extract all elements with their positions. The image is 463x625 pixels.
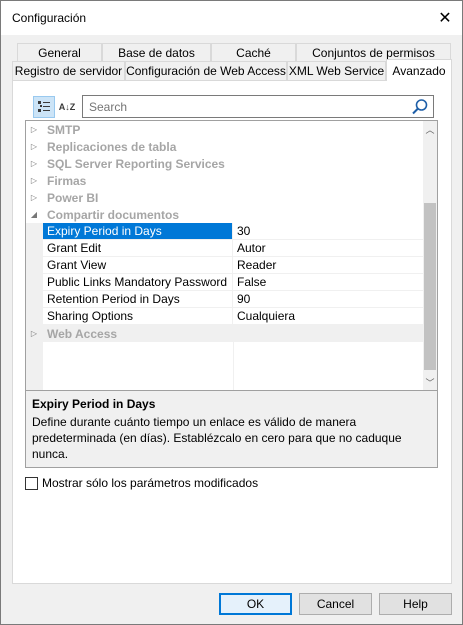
cancel-button[interactable]: Cancel	[299, 593, 372, 615]
category-label: Firmas	[47, 173, 87, 188]
expand-icon[interactable]: ▷	[26, 121, 42, 138]
title-bar: Configuración ✕	[1, 1, 462, 35]
tab-cache[interactable]: Caché	[211, 43, 296, 62]
ok-button[interactable]: OK	[219, 593, 292, 615]
category-label: SQL Server Reporting Services	[47, 156, 225, 171]
scrollbar-thumb[interactable]	[424, 203, 436, 370]
category-label: Power BI	[47, 190, 99, 205]
property-grid-rows: ▷ SMTP ▷ Replicaciones de tabla ▷ SQL Se…	[26, 121, 423, 390]
property-row[interactable]: Retention Period in Days 90	[26, 291, 423, 308]
property-value[interactable]: False	[233, 274, 423, 291]
property-name[interactable]: Public Links Mandatory Password	[43, 274, 233, 291]
tab-server-log[interactable]: Registro de servidor	[12, 61, 125, 80]
property-name[interactable]: Expiry Period in Days	[43, 223, 233, 240]
property-value[interactable]: 30	[233, 223, 423, 240]
property-name[interactable]: Grant View	[43, 257, 233, 274]
search-icon[interactable]	[411, 98, 429, 116]
scroll-down-icon[interactable]: ﹀	[423, 374, 437, 390]
property-grid-toolbar: A↓Z	[25, 94, 434, 120]
expand-icon[interactable]: ▷	[26, 155, 42, 172]
show-modified-only-option[interactable]: Mostrar sólo los parámetros modificados	[25, 475, 258, 491]
help-button[interactable]: Help	[379, 593, 452, 615]
close-icon[interactable]: ✕	[428, 1, 462, 35]
window-title: Configuración	[12, 11, 87, 25]
scroll-up-icon[interactable]: ︿	[423, 121, 437, 137]
property-row[interactable]: Grant Edit Autor	[26, 240, 423, 257]
grid-empty-area	[26, 342, 423, 390]
property-name[interactable]: Sharing Options	[43, 308, 233, 325]
category-table-replications[interactable]: ▷ Replicaciones de tabla	[26, 138, 423, 155]
property-row[interactable]: Expiry Period in Days 30	[26, 223, 423, 240]
advanced-tab-panel: A↓Z ▷ SMTP ▷ Repl	[12, 80, 452, 584]
property-row[interactable]: Public Links Mandatory Password False	[26, 274, 423, 291]
property-name[interactable]: Grant Edit	[43, 240, 233, 257]
expand-icon[interactable]: ▷	[26, 189, 42, 206]
category-label: Replicaciones de tabla	[47, 139, 177, 154]
category-smtp[interactable]: ▷ SMTP	[26, 121, 423, 138]
category-ssrs[interactable]: ▷ SQL Server Reporting Services	[26, 155, 423, 172]
tab-database[interactable]: Base de datos	[102, 43, 211, 62]
property-value[interactable]: Autor	[233, 240, 423, 257]
category-web-access[interactable]: ▷ Web Access	[26, 325, 423, 342]
expand-icon[interactable]: ▷	[26, 325, 42, 342]
property-name[interactable]: Retention Period in Days	[43, 291, 233, 308]
show-modified-only-label[interactable]: Mostrar sólo los parámetros modificados	[42, 476, 258, 490]
expand-icon[interactable]: ▷	[26, 138, 42, 155]
property-row[interactable]: Grant View Reader	[26, 257, 423, 274]
search-input[interactable]	[83, 96, 403, 117]
alphabetical-sort-icon[interactable]: A↓Z	[56, 96, 78, 118]
property-value[interactable]: Cualquiera	[233, 308, 423, 325]
vertical-scrollbar[interactable]: ︿ ﹀	[423, 121, 437, 390]
category-document-sharing[interactable]: ◢ Compartir documentos	[26, 206, 423, 223]
category-signatures[interactable]: ▷ Firmas	[26, 172, 423, 189]
tab-xml-web-service[interactable]: XML Web Service	[287, 61, 386, 80]
tab-web-access-config[interactable]: Configuración de Web Access	[125, 61, 287, 80]
property-grid: ▷ SMTP ▷ Replicaciones de tabla ▷ SQL Se…	[25, 120, 438, 391]
categorized-view-icon[interactable]	[33, 96, 55, 118]
show-modified-only-checkbox[interactable]	[25, 476, 38, 490]
settings-dialog: Configuración ✕ General Base de datos Ca…	[0, 0, 463, 625]
description-pane: Expiry Period in Days Define durante cuá…	[25, 391, 438, 468]
tab-general[interactable]: General	[17, 43, 102, 62]
category-label: Compartir documentos	[47, 207, 180, 222]
property-value[interactable]: 90	[233, 291, 423, 308]
expand-icon[interactable]: ▷	[26, 172, 42, 189]
description-title: Expiry Period in Days	[32, 397, 156, 411]
property-row[interactable]: Sharing Options Cualquiera	[26, 308, 423, 325]
property-value[interactable]: Reader	[233, 257, 423, 274]
collapse-icon[interactable]: ◢	[26, 206, 42, 223]
category-power-bi[interactable]: ▷ Power BI	[26, 189, 423, 206]
description-text: Define durante cuánto tiempo un enlace e…	[32, 415, 402, 461]
search-field[interactable]	[82, 95, 434, 118]
category-label: SMTP	[47, 122, 81, 137]
tab-advanced[interactable]: Avanzado	[386, 59, 452, 81]
category-label: Web Access	[47, 326, 118, 341]
